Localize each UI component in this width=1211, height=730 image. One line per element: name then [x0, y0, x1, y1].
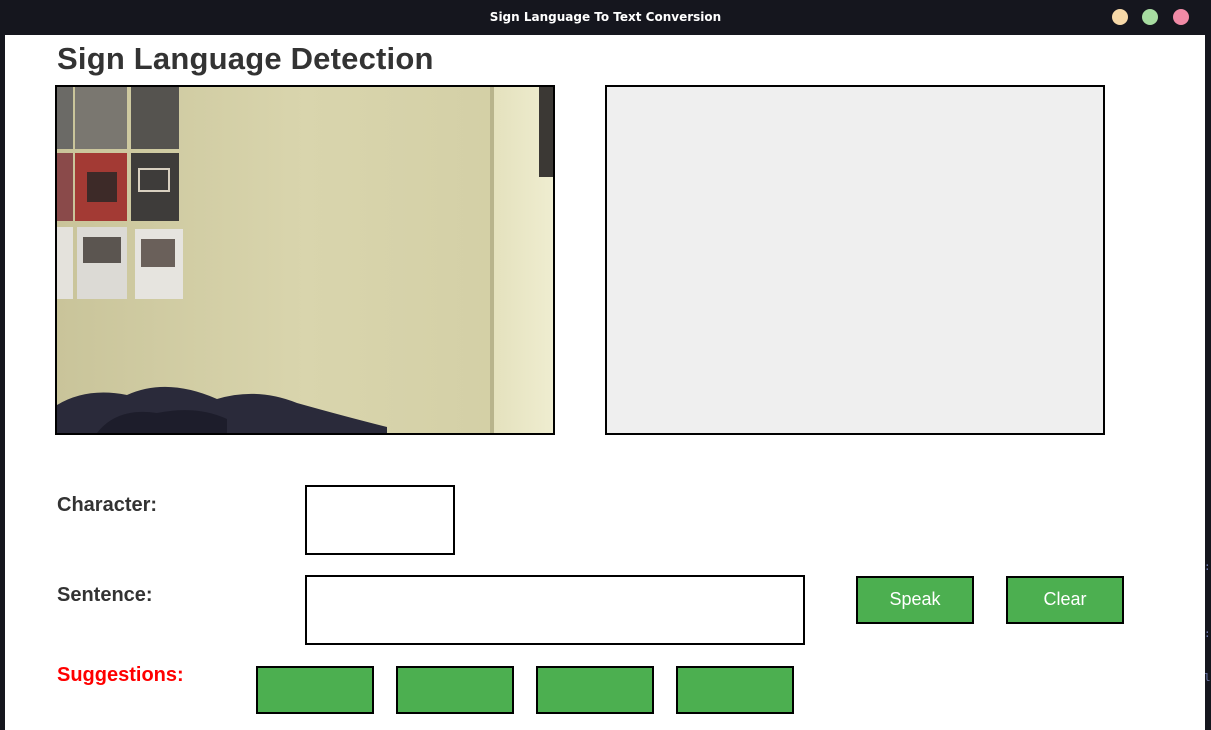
app-window: Sign Language To Text Conversion : : l S…: [0, 0, 1211, 730]
clear-button[interactable]: Clear: [1006, 576, 1124, 624]
character-label: Character:: [57, 494, 158, 516]
suggestions-label: Suggestions:: [57, 664, 184, 686]
page-title: Sign Language Detection: [57, 41, 434, 76]
window-title: Sign Language To Text Conversion: [489, 10, 722, 24]
character-output: [305, 485, 455, 555]
title-bar: Sign Language To Text Conversion: [0, 0, 1211, 35]
sentence-label: Sentence:: [57, 584, 153, 606]
sentence-output: [305, 575, 805, 645]
suggestion-button-3[interactable]: [536, 666, 654, 714]
close-icon[interactable]: [1173, 9, 1189, 25]
maximize-icon[interactable]: [1142, 9, 1158, 25]
suggestion-button-4[interactable]: [676, 666, 794, 714]
app-content: Sign Language Detection Character: Sente…: [5, 35, 1205, 730]
suggestion-button-1[interactable]: [256, 666, 374, 714]
minimize-icon[interactable]: [1112, 9, 1128, 25]
speak-button[interactable]: Speak: [856, 576, 974, 624]
webcam-feed: [55, 85, 555, 435]
suggestion-button-2[interactable]: [396, 666, 514, 714]
hand-skeleton-canvas: [605, 85, 1105, 435]
webcam-image: [57, 87, 553, 433]
